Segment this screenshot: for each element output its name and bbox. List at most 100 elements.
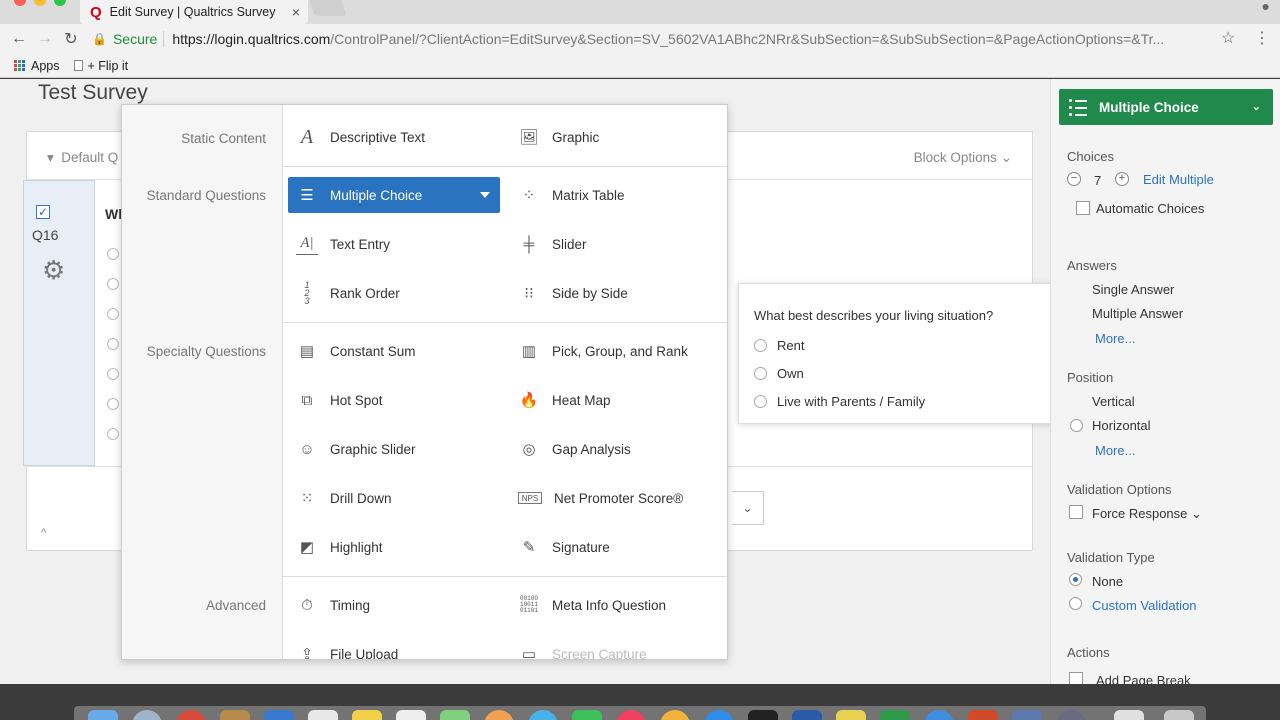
reload-icon[interactable]: ↻: [58, 29, 84, 49]
qtype-graphic[interactable]: 🖼 Graphic: [518, 119, 599, 155]
maximize-window-button[interactable]: [54, 0, 66, 6]
app-icon[interactable]: [440, 710, 470, 720]
back-icon[interactable]: ←: [6, 30, 32, 48]
app-icon[interactable]: [528, 710, 558, 720]
qtype-drill-down[interactable]: ⁙ Drill Down: [296, 480, 392, 516]
bookmarks-bar: Apps + Flip it: [0, 54, 1280, 78]
single-answer-option[interactable]: Single Answer: [1092, 282, 1174, 297]
document-icon[interactable]: [1114, 710, 1144, 720]
edit-multiple-link[interactable]: Edit Multiple: [1143, 172, 1214, 187]
qtype-constant-sum[interactable]: ▤ Constant Sum: [296, 333, 416, 369]
qtype-meta-info[interactable]: 00100 10011 01101 Meta Info Question: [518, 587, 666, 623]
qtype-net-promoter-score[interactable]: NPS Net Promoter Score®: [518, 480, 683, 516]
qtype-screen-capture[interactable]: ▭ Screen Capture: [518, 636, 647, 660]
app-icon[interactable]: [396, 710, 426, 720]
qtype-file-upload[interactable]: ⇪ File Upload: [296, 636, 399, 659]
multiple-answer-option[interactable]: Multiple Answer: [1092, 306, 1183, 321]
block-options-button[interactable]: Block Options ⌄: [914, 150, 1012, 166]
launchpad-icon[interactable]: [132, 710, 162, 720]
excel-icon[interactable]: [880, 710, 910, 720]
lock-icon: 🔒: [92, 32, 107, 46]
close-window-button[interactable]: [14, 0, 26, 6]
safari-icon[interactable]: [924, 710, 954, 720]
force-response-label[interactable]: Force Response ⌄: [1092, 506, 1202, 522]
profile-icon[interactable]: ●: [1262, 0, 1270, 14]
none-radio[interactable]: [1069, 573, 1082, 586]
increase-choices-button[interactable]: +: [1115, 172, 1129, 186]
choice-radio[interactable]: [107, 278, 119, 290]
force-response-checkbox[interactable]: [1069, 505, 1083, 519]
choice-radio[interactable]: [107, 428, 119, 440]
powerpoint-icon[interactable]: [968, 710, 998, 720]
qtype-highlight[interactable]: ◩ Highlight: [296, 529, 383, 565]
qtype-matrix-table[interactable]: ⁘ Matrix Table: [518, 177, 625, 213]
close-tab-icon[interactable]: ×: [292, 4, 300, 20]
app-icon[interactable]: [836, 710, 866, 720]
calendar-icon[interactable]: [308, 710, 338, 720]
question-type-select[interactable]: Multiple Choice ⌄: [1059, 89, 1273, 125]
word-icon[interactable]: [792, 710, 822, 720]
qtype-descriptive-text[interactable]: A Descriptive Text: [296, 119, 425, 155]
app-icon[interactable]: [176, 710, 206, 720]
bookmark-star-icon[interactable]: ☆: [1221, 28, 1235, 48]
qtype-gap-analysis[interactable]: ◎ Gap Analysis: [518, 431, 630, 467]
qtype-pick-group-rank[interactable]: ▥ Pick, Group, and Rank: [518, 333, 688, 369]
qtype-graphic-slider[interactable]: ☺ Graphic Slider: [296, 431, 415, 467]
answers-more-link[interactable]: More...: [1095, 331, 1135, 346]
minimize-window-button[interactable]: [34, 0, 46, 6]
automatic-choices-checkbox[interactable]: [1076, 201, 1090, 215]
messages-icon[interactable]: [572, 710, 602, 720]
browser-tab[interactable]: Q Edit Survey | Qualtrics Survey ×: [80, 0, 308, 24]
new-tab-button[interactable]: [309, 0, 347, 16]
qtype-text-entry[interactable]: A| Text Entry: [296, 226, 390, 262]
gear-icon[interactable]: ⚙: [42, 255, 65, 286]
vertical-option[interactable]: Vertical: [1092, 394, 1135, 409]
qtype-timing[interactable]: ⏱ Timing: [296, 587, 370, 623]
app-icon[interactable]: [264, 710, 294, 720]
block-name[interactable]: ▾ Default Q: [47, 150, 118, 166]
caret-down-icon[interactable]: [480, 192, 490, 198]
horizontal-option[interactable]: Horizontal: [1092, 418, 1151, 433]
app-icon[interactable]: [1012, 710, 1042, 720]
collapse-icon[interactable]: ^: [41, 527, 46, 539]
qtype-hot-spot[interactable]: ⧉ Hot Spot: [296, 382, 383, 418]
choice-radio[interactable]: [107, 368, 119, 380]
browser-menu-icon[interactable]: ⋮: [1254, 28, 1270, 48]
choice-radio[interactable]: [107, 398, 119, 410]
app-icon[interactable]: [220, 710, 250, 720]
horizontal-radio[interactable]: [1070, 419, 1083, 432]
app-icon[interactable]: [484, 710, 514, 720]
qtype-multiple-choice[interactable]: ☰ Multiple Choice: [288, 177, 500, 213]
finder-icon[interactable]: [88, 710, 118, 720]
qtype-signature[interactable]: ✎ Signature: [518, 529, 610, 565]
trash-icon[interactable]: [1164, 710, 1194, 720]
add-page-break-action[interactable]: Add Page Break: [1096, 673, 1191, 684]
chevron-down-icon[interactable]: ⌄: [732, 491, 764, 525]
bookmark-flip-it[interactable]: + Flip it: [88, 59, 129, 73]
question-checkbox[interactable]: ✓: [36, 205, 50, 219]
position-more-link[interactable]: More...: [1095, 443, 1135, 458]
app-icon[interactable]: [1056, 710, 1086, 720]
choice-radio[interactable]: [107, 338, 119, 350]
custom-validation-option[interactable]: Custom Validation: [1092, 598, 1197, 613]
question-settings-sidebar: Multiple Choice ⌄ Choices − 7 + Edit Mul…: [1050, 79, 1280, 684]
qtype-slider[interactable]: ╪ Slider: [518, 226, 587, 262]
bookmark-apps[interactable]: Apps: [31, 59, 60, 73]
app-icon[interactable]: [660, 710, 690, 720]
custom-validation-radio[interactable]: [1069, 597, 1082, 610]
qtype-heat-map[interactable]: 🔥 Heat Map: [518, 382, 611, 418]
choice-radio[interactable]: [107, 248, 119, 260]
screen-capture-icon: ▭: [521, 646, 537, 660]
qtype-rank-order[interactable]: 1 2 3 Rank Order: [296, 275, 399, 311]
app-icon[interactable]: [748, 710, 778, 720]
music-icon[interactable]: [616, 710, 646, 720]
app-store-icon[interactable]: [704, 710, 734, 720]
none-option[interactable]: None: [1092, 574, 1123, 589]
choice-radio[interactable]: [107, 308, 119, 320]
choices-count[interactable]: 7: [1094, 173, 1101, 188]
url-field[interactable]: 🔒 Secure https://login.qualtrics.com /Co…: [92, 27, 1222, 51]
qtype-side-by-side[interactable]: ⁝⁝ Side by Side: [518, 275, 628, 311]
forward-icon[interactable]: →: [32, 30, 58, 48]
decrease-choices-button[interactable]: −: [1067, 172, 1081, 186]
notes-icon[interactable]: [352, 710, 382, 720]
